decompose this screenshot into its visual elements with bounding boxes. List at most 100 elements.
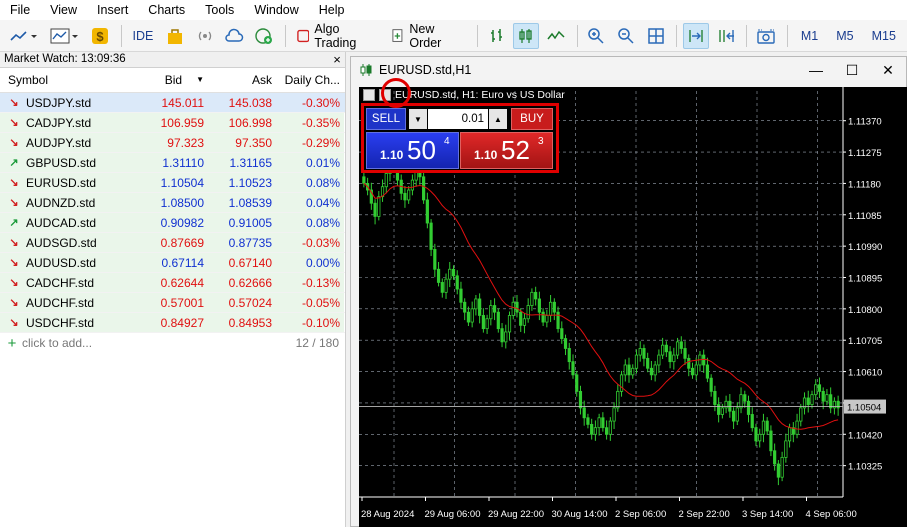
ask-cell: 145.038 [228,95,272,110]
y-tick-label: 1.10705 [848,336,882,347]
vps-button[interactable] [222,23,248,49]
bar-chart-button[interactable] [484,23,510,49]
column-header-daily-change[interactable]: Daily Ch... [276,73,344,87]
x-tick-label: 2 Sep 06:00 [615,509,666,520]
deposit-button[interactable]: $ [87,23,113,49]
arrow-down-icon: ↘ [9,317,19,329]
chart-shift-button[interactable] [713,23,739,49]
candle-body [597,417,601,429]
candle-body [683,348,687,359]
menu-view[interactable]: View [40,0,87,20]
zoom-out-button[interactable] [613,23,639,49]
candle-body [739,394,743,409]
indicator-list-icon[interactable] [363,89,375,101]
market-watch-row[interactable]: ↘ AUDNZD.std 1.08500 1.08539 0.04% [0,193,345,213]
market-watch-row[interactable]: ↘ USDJPY.std 145.011 145.038 -0.30% [0,93,345,113]
candle-body [616,390,620,409]
menu-help[interactable]: Help [309,0,355,20]
profiles-button[interactable] [47,23,84,49]
bid-cell: 97.323 [125,133,208,152]
menu-window[interactable]: Window [244,0,308,20]
candle-body [422,176,426,201]
market-watch-row[interactable]: ↘ USDCHF.std 0.84927 0.84953 -0.10% [0,313,345,333]
signals-button[interactable] [192,23,218,49]
column-header-bid[interactable]: Bid ▼ [125,73,208,87]
candle-body [522,318,527,326]
menu-bar: File View Insert Charts Tools Window Hel… [0,0,907,20]
algo-trading-button[interactable]: Algo Trading [292,22,383,50]
market-watch-row[interactable]: ↘ EURUSD.std 1.10504 1.10523 0.08% [0,173,345,193]
candle-body [619,374,624,392]
menu-tools[interactable]: Tools [195,0,244,20]
column-header-ask[interactable]: Ask [208,73,276,87]
market-watch-row[interactable]: ↘ CADJPY.std 106.959 106.998 -0.35% [0,113,345,133]
volume-increase-button[interactable]: ▲ [489,109,507,129]
candlestick-icon [519,28,532,43]
buy-button[interactable]: BUY [511,108,553,130]
market-watch-row[interactable]: ↘ AUDUSD.std 0.67114 0.67140 0.00% [0,253,345,273]
buy-price-button[interactable]: 1.10 52 3 [460,132,553,169]
highlight-circle [381,78,411,108]
candle-body [429,222,433,250]
timeframe-m5-button[interactable]: M5 [829,23,860,49]
add-symbol-row[interactable]: + click to add... 12 / 180 [0,333,345,353]
screenshot-button[interactable] [753,23,779,49]
candle-body [795,420,799,435]
sell-button[interactable]: SELL [366,108,406,130]
market-watch-row[interactable]: ↗ GBPUSD.std 1.31110 1.31165 0.01% [0,153,345,173]
y-tick-label: 1.11180 [848,179,881,190]
bid-cell: 0.57001 [125,293,208,312]
symbol-cell: ↘ AUDCHF.std [0,293,125,312]
minimize-icon[interactable]: — [798,62,834,79]
tile-windows-button[interactable] [643,23,669,49]
market-watch-row[interactable]: ↘ AUDJPY.std 97.323 97.350 -0.29% [0,133,345,153]
autoscroll-button[interactable] [683,22,709,49]
volume-decrease-button[interactable]: ▼ [409,109,427,129]
chart-header-label: EURUSD.std, H1: Euro vs US Dollar [395,89,565,101]
price-chart[interactable]: 1.11370 1.11275 1.11180 1.11085 1.10990 1.108… [359,78,907,527]
zoom-in-button[interactable] [584,23,610,49]
candle-body [455,275,459,290]
candle-body [567,348,571,363]
x-tick-label: 2 Sep 22:00 [679,509,730,520]
candle-body [776,463,780,478]
market-watch-row[interactable]: ↗ AUDCAD.std 0.90982 0.91005 0.08% [0,213,345,233]
market-watch-row[interactable]: ↘ AUDCHF.std 0.57001 0.57024 -0.05% [0,293,345,313]
candle-body [638,348,642,356]
x-tick-label: 4 Sep 06:00 [806,509,857,520]
candlestick-button[interactable] [513,22,539,49]
symbol-name: USDCHF.std [26,315,95,330]
menu-file[interactable]: File [0,0,40,20]
moving-average-line [363,183,839,430]
candle-body [466,311,471,323]
ide-button[interactable]: IDE [128,23,159,49]
sell-price-main: 50 [407,135,436,165]
community-button[interactable] [251,23,277,49]
buy-price-prefix: 1.10 [474,148,498,162]
volume-input[interactable]: 0.01 [428,109,488,129]
line-chart-button[interactable] [543,23,569,49]
close-icon[interactable]: × [329,52,345,67]
candle-body [463,301,467,313]
column-header-symbol[interactable]: Symbol [0,73,125,87]
candle-body [470,308,474,323]
symbol-name: AUDJPY.std [26,135,92,150]
timeframe-m15-button[interactable]: M15 [865,23,903,49]
new-order-button[interactable]: New Order [387,22,469,50]
market-watch-row[interactable]: ↘ CADCHF.std 0.62644 0.62666 -0.13% [0,273,345,293]
new-chart-button[interactable] [6,23,43,49]
market-button[interactable] [162,23,188,49]
candle-body [489,305,493,320]
candle-body [780,456,784,478]
menu-charts[interactable]: Charts [138,0,195,20]
market-watch-row[interactable]: ↘ AUDSGD.std 0.87669 0.87735 -0.03% [0,233,345,253]
add-symbol-label: click to add... [22,336,93,350]
sell-price-button[interactable]: 1.10 50 4 [366,132,459,169]
maximize-icon[interactable]: ☐ [834,62,870,79]
symbol-name: AUDCHF.std [26,295,95,310]
symbol-name: CADCHF.std [26,275,95,290]
close-icon[interactable]: ✕ [870,62,906,79]
candle-body [377,196,381,217]
timeframe-m1-button[interactable]: M1 [794,23,825,49]
menu-insert[interactable]: Insert [87,0,138,20]
